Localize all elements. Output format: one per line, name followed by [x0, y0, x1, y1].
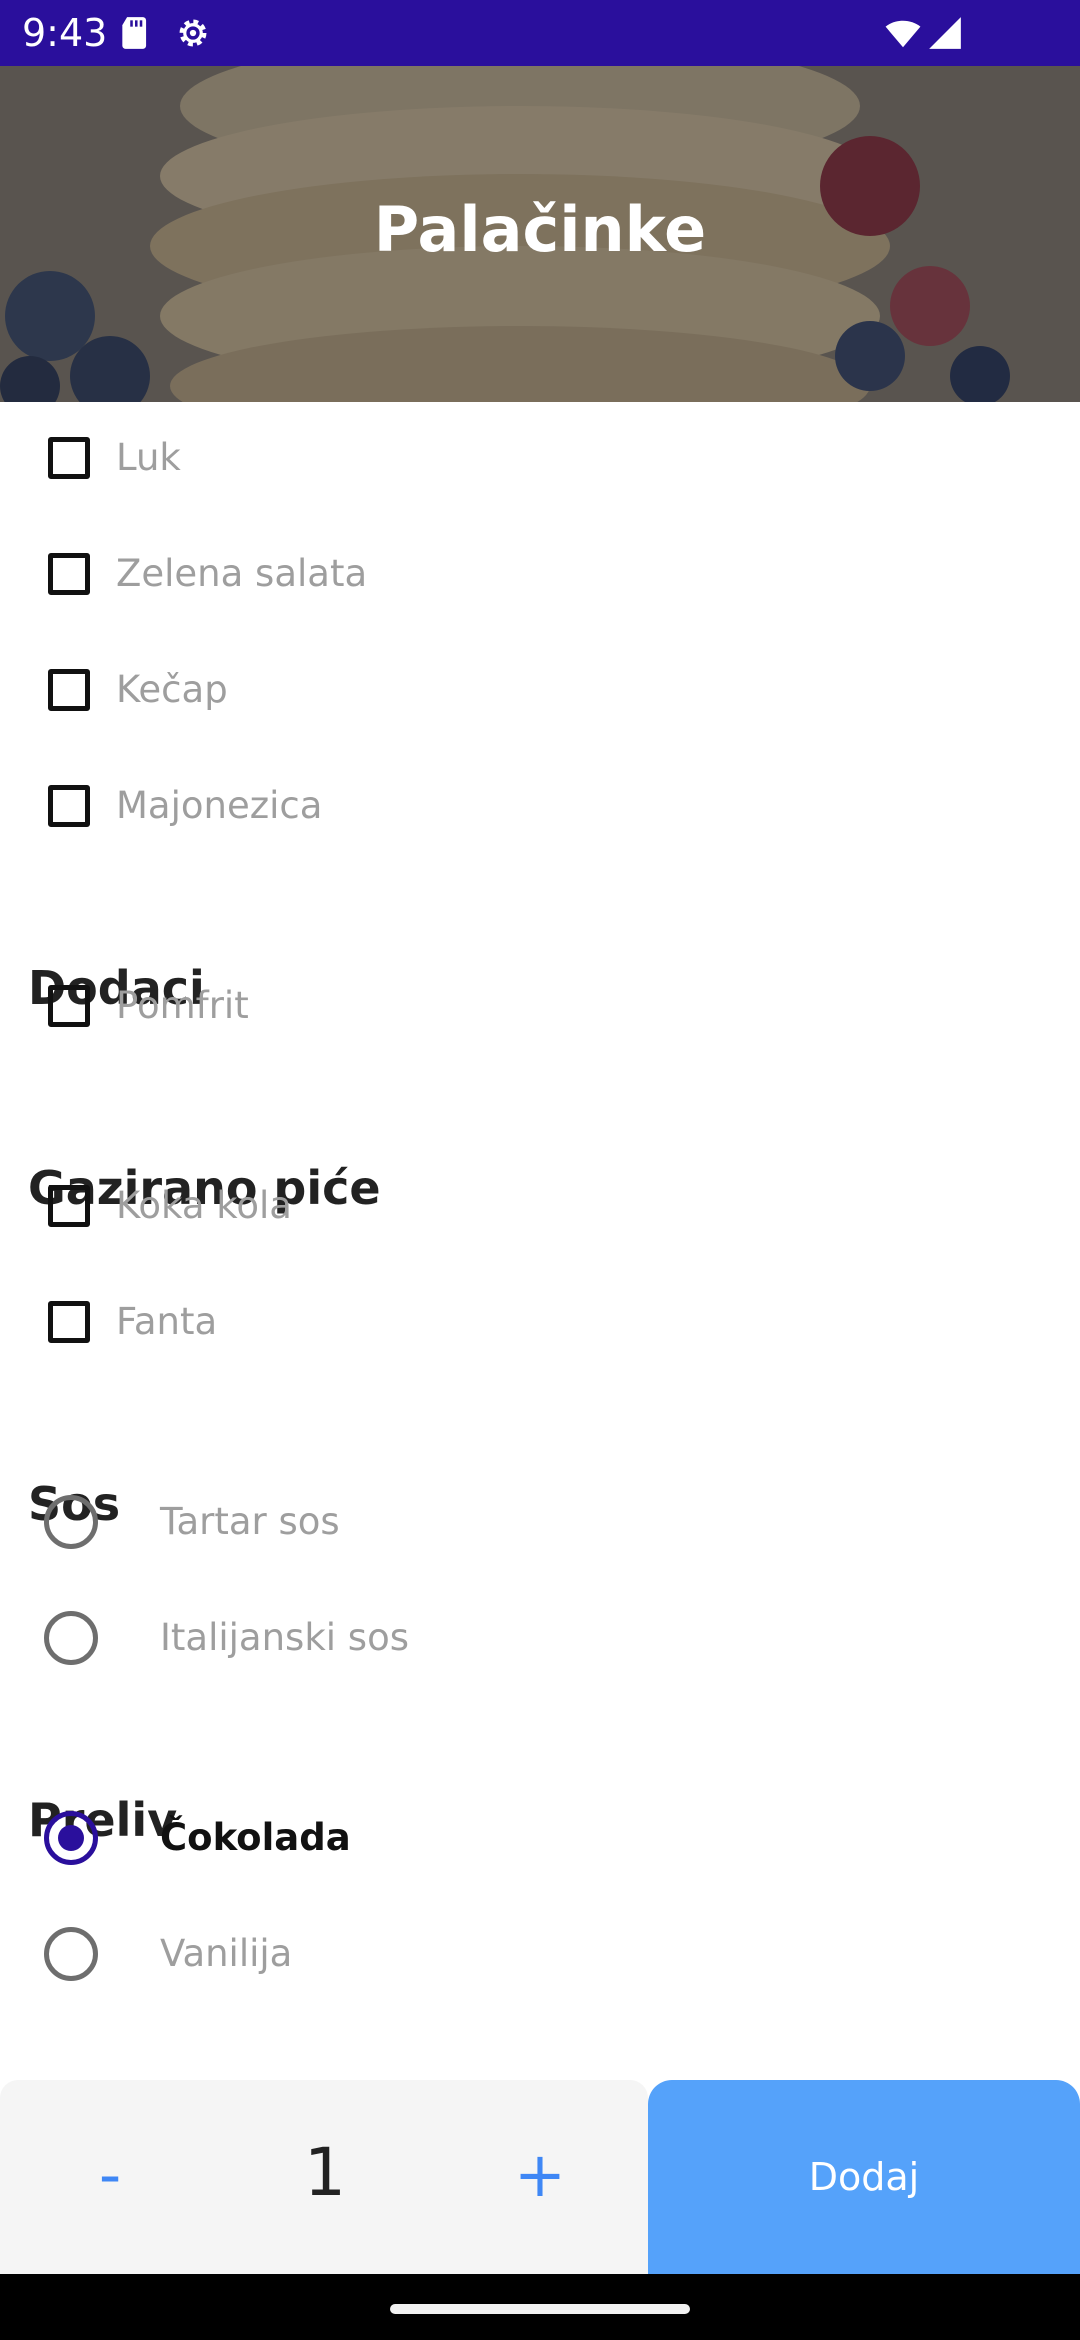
increase-quantity-button[interactable]: +	[500, 2130, 580, 2220]
radio-label: Tartar sos	[160, 1500, 340, 1543]
checkbox-label: Koka kola	[116, 1184, 292, 1227]
settings-gear-icon	[174, 14, 212, 52]
radio-button-selected[interactable]	[44, 1811, 98, 1865]
radio-item-cokolada[interactable]: Čokolada	[0, 1784, 1080, 1900]
checkbox-label: Majonezica	[116, 784, 323, 827]
sd-card-icon	[116, 14, 154, 52]
list-item-koka-kola[interactable]: Koka kola	[0, 1152, 1080, 1268]
home-indicator[interactable]	[390, 2304, 690, 2314]
radio-item-tartar-sos[interactable]: Tartar sos	[0, 1468, 1080, 1584]
checkbox-label: Kečap	[116, 668, 228, 711]
cellular-signal-icon	[926, 14, 964, 52]
quantity-value: 1	[304, 2134, 346, 2211]
radio-label: Čokolada	[160, 1816, 351, 1859]
checkbox[interactable]	[48, 437, 90, 479]
list-item-majonezica[interactable]: Majonezica	[0, 752, 1080, 868]
checkbox[interactable]	[48, 785, 90, 827]
radio-button[interactable]	[44, 1495, 98, 1549]
radio-label: Italijanski sos	[160, 1616, 409, 1659]
add-to-order-button[interactable]: Dodaj	[648, 2080, 1080, 2274]
checkbox-label: Pomfrit	[116, 984, 249, 1027]
decrease-quantity-button[interactable]: -	[70, 2130, 150, 2220]
page-title: Palačinke	[373, 193, 707, 266]
radio-button[interactable]	[44, 1927, 98, 1981]
options-list[interactable]: Luk Zelena salata Kečap Majonezica Dodac…	[0, 402, 1080, 2080]
checkbox-label: Zelena salata	[116, 552, 368, 595]
status-time: 9:43	[22, 11, 108, 55]
list-item-kecap[interactable]: Kečap	[0, 636, 1080, 752]
list-item-zelena-salata[interactable]: Zelena salata	[0, 520, 1080, 636]
checkbox-label: Luk	[116, 436, 181, 479]
radio-label: Vanilija	[160, 1932, 293, 1975]
header-hero: Palačinke	[0, 66, 1080, 402]
checkbox[interactable]	[48, 1185, 90, 1227]
quantity-stepper: - 1 +	[0, 2080, 648, 2274]
screen: 9:43 Palačinke Luk Zelena salata Kečap M…	[0, 0, 1080, 2340]
status-bar: 9:43	[0, 0, 1080, 66]
checkbox[interactable]	[48, 985, 90, 1027]
radio-item-italijanski-sos[interactable]: Italijanski sos	[0, 1584, 1080, 1700]
list-item-luk[interactable]: Luk	[0, 404, 1080, 520]
checkbox[interactable]	[48, 1301, 90, 1343]
navigation-bar	[0, 2274, 1080, 2340]
wifi-icon	[884, 14, 922, 52]
checkbox[interactable]	[48, 553, 90, 595]
list-item-fanta[interactable]: Fanta	[0, 1268, 1080, 1384]
radio-button[interactable]	[44, 1611, 98, 1665]
list-item-pomfrit[interactable]: Pomfrit	[0, 952, 1080, 1068]
checkbox-label: Fanta	[116, 1300, 218, 1343]
order-bar: - 1 + Dodaj	[0, 2080, 1080, 2274]
radio-item-vanilija[interactable]: Vanilija	[0, 1900, 1080, 2016]
checkbox[interactable]	[48, 669, 90, 711]
